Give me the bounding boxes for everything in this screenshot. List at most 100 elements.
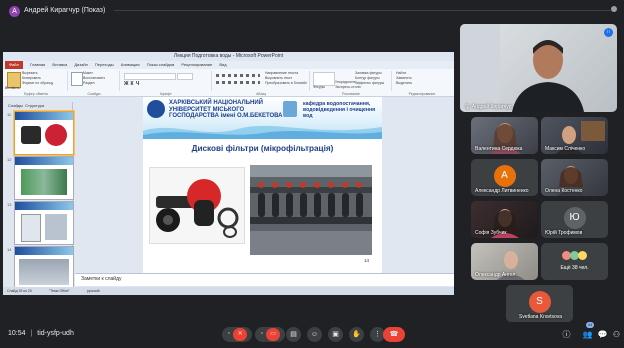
university-logo xyxy=(147,100,165,118)
raise-hand-icon: ✋ xyxy=(352,331,361,338)
ppt-status-bar: Слайд 15 из 20 "Тема Office" русский xyxy=(3,287,454,295)
shape-effects-button[interactable]: Эффекты фигуры xyxy=(355,81,384,86)
select-button[interactable]: Выделить xyxy=(396,81,412,86)
font-format-buttons[interactable]: ЖКЧ xyxy=(124,81,141,87)
slide-thumbnail[interactable] xyxy=(14,156,74,200)
status-theme: "Тема Office" xyxy=(49,289,70,293)
participant-tile[interactable]: Максим Сліченко xyxy=(541,117,608,154)
captions-button[interactable]: ▤ xyxy=(286,327,301,342)
chat-icon[interactable]: 💬 xyxy=(596,328,609,341)
activities-icon[interactable]: ⚇ xyxy=(611,328,622,341)
smartart-button[interactable]: Преобразовать в SmartArt xyxy=(265,81,307,86)
present-icon: ▣ xyxy=(332,331,339,338)
presenter-video xyxy=(460,24,584,112)
present-button[interactable]: ▣ xyxy=(328,327,343,342)
tab-slides[interactable]: Слайды xyxy=(8,103,23,108)
avatar xyxy=(578,251,587,260)
shapes-gallery[interactable] xyxy=(313,72,335,86)
meeting-info: 10:54 | tid-ysfp-udh xyxy=(8,330,74,337)
participant-name: Александр Литвиненко xyxy=(475,188,529,194)
more-participants-label: Ещё 38 чел. xyxy=(560,265,589,271)
shapes-label: Фигуры xyxy=(313,85,326,89)
camera-off-icon[interactable]: ▭ xyxy=(266,327,281,341)
participant-tile[interactable]: Софія Зубчик xyxy=(471,201,538,238)
font-size-select[interactable] xyxy=(177,73,193,80)
end-call-button[interactable]: ☎ xyxy=(383,327,405,342)
pin-icon[interactable]: ⁝⁝ xyxy=(604,28,613,37)
emoji-icon: ☺ xyxy=(310,331,319,338)
paste-button[interactable]: Вставить xyxy=(5,86,20,90)
font-name-select[interactable] xyxy=(124,73,176,80)
thumb-number: 13 xyxy=(7,202,12,207)
participant-avatar: S xyxy=(528,290,551,313)
ppt-tab-design[interactable]: Дизайн xyxy=(74,61,87,69)
chevron-up-icon[interactable]: ⌃ xyxy=(227,332,231,338)
paragraph-group: Направление текста Выровнять текст Преоб… xyxy=(213,71,310,96)
raise-hand-button[interactable]: ✋ xyxy=(349,327,364,342)
participant-avatar: А xyxy=(493,164,516,187)
participant-tile[interactable]: Ю Юрій Трофимов xyxy=(541,201,608,238)
participant-tile[interactable]: Олександр Ангел xyxy=(471,243,538,280)
end-call-icon: ☎ xyxy=(389,331,399,338)
ppt-tab-home[interactable]: Главная xyxy=(30,61,45,69)
more-options-icon[interactable] xyxy=(611,6,617,12)
chevron-up-icon[interactable]: ⌃ xyxy=(260,332,264,338)
slide-thumbnail[interactable] xyxy=(14,246,74,290)
slide-title: Дискові фільтри (мікрофільтрація) xyxy=(191,144,334,153)
emoji-button[interactable]: ☺ xyxy=(307,327,322,342)
thumb-number: 11 xyxy=(7,112,12,117)
section-button[interactable]: Раздел xyxy=(83,81,105,86)
disk-filter-photo xyxy=(149,167,245,244)
notes-pane[interactable] xyxy=(75,273,454,286)
ppt-tab-file[interactable]: Файл xyxy=(5,61,23,69)
participant-tile[interactable]: Валентина Сердюка xyxy=(471,117,538,154)
ppt-tab-view[interactable]: Вид xyxy=(219,61,226,69)
captions-icon: ▤ xyxy=(290,331,297,338)
notes-placeholder: Заметки к слайду xyxy=(81,276,122,282)
format-painter-button[interactable]: Формат по образцу xyxy=(22,81,53,86)
slides-group-label: Слайды xyxy=(87,92,101,96)
participant-name: Максим Сліченко xyxy=(545,146,586,152)
slide-thumbnail[interactable] xyxy=(14,201,74,245)
top-divider xyxy=(114,10,611,11)
participant-tile[interactable]: S Svetlana Kravtsova xyxy=(506,285,573,322)
people-icon[interactable]: 👥 xyxy=(581,328,594,341)
tab-outline[interactable]: Структура xyxy=(25,103,44,108)
current-slide[interactable]: ХАРКІВСЬКИЙ НАЦІОНАЛЬНИЙ УНІВЕРСИТЕТ МІС… xyxy=(143,97,382,273)
slide-thumbnail[interactable] xyxy=(14,111,74,155)
list-buttons[interactable] xyxy=(216,74,260,77)
presenter-name: 🎙︎ Андрей Кирагчур xyxy=(464,104,512,110)
slides-group: Макет Восстановить Раздел Слайды xyxy=(69,71,120,96)
font-group: ЖКЧ Шрифт xyxy=(121,71,212,96)
participant-tile[interactable]: А Александр Литвиненко xyxy=(471,159,538,196)
more-participants-tile[interactable]: Ещё 38 чел. xyxy=(541,243,608,280)
new-slide-icon[interactable] xyxy=(71,72,83,86)
info-icon[interactable]: ⓘ xyxy=(560,328,573,341)
participant-name: Валентина Сердюка xyxy=(475,146,523,152)
university-name: ХАРКІВСЬКИЙ НАЦІОНАЛЬНИЙ УНІВЕРСИТЕТ МІС… xyxy=(169,100,283,119)
ppt-ribbon: Вставить Вырезать Копировать Формат по о… xyxy=(3,69,454,97)
presentation-title: Андрей Кирагчур (Показ) xyxy=(24,7,106,14)
participant-name: Софія Зубчик xyxy=(475,230,507,236)
mic-control[interactable]: ⌃ ✕ xyxy=(222,327,252,342)
ppt-tab-insert[interactable]: Вставка xyxy=(52,61,67,69)
ppt-tab-animation[interactable]: Анимация xyxy=(121,61,140,69)
presenter-avatar: А xyxy=(9,6,20,17)
thumb-number: 12 xyxy=(7,157,12,162)
meeting-code[interactable]: tid-ysfp-udh xyxy=(37,330,74,337)
participant-tile[interactable]: Олена Костенко xyxy=(541,159,608,196)
ppt-tab-transitions[interactable]: Переходы xyxy=(95,61,114,69)
arrange-button[interactable]: Упорядочить xyxy=(335,80,356,84)
mic-off-icon[interactable]: ✕ xyxy=(233,327,248,341)
ppt-tab-review[interactable]: Рецензирование xyxy=(181,61,212,69)
align-buttons[interactable] xyxy=(216,81,260,84)
status-language: русский xyxy=(87,289,100,293)
status-slide-count: Слайд 15 из 20 xyxy=(7,289,32,293)
shared-screen: Лекция Подготовка воды - Microsoft Power… xyxy=(3,52,454,295)
presenter-video-tile[interactable]: ⁝⁝ 🎙︎ Андрей Кирагчур xyxy=(460,24,617,112)
ppt-tab-slideshow[interactable]: Показ слайдов xyxy=(147,61,175,69)
mic-off-icon: 🎙︎ xyxy=(464,104,472,110)
participant-name: Юрій Трофимов xyxy=(545,230,583,236)
camera-control[interactable]: ⌃ ▭ xyxy=(255,327,285,342)
slide-thumbnail-panel: Слайды Структура 11 12 13 14 xyxy=(6,102,74,290)
